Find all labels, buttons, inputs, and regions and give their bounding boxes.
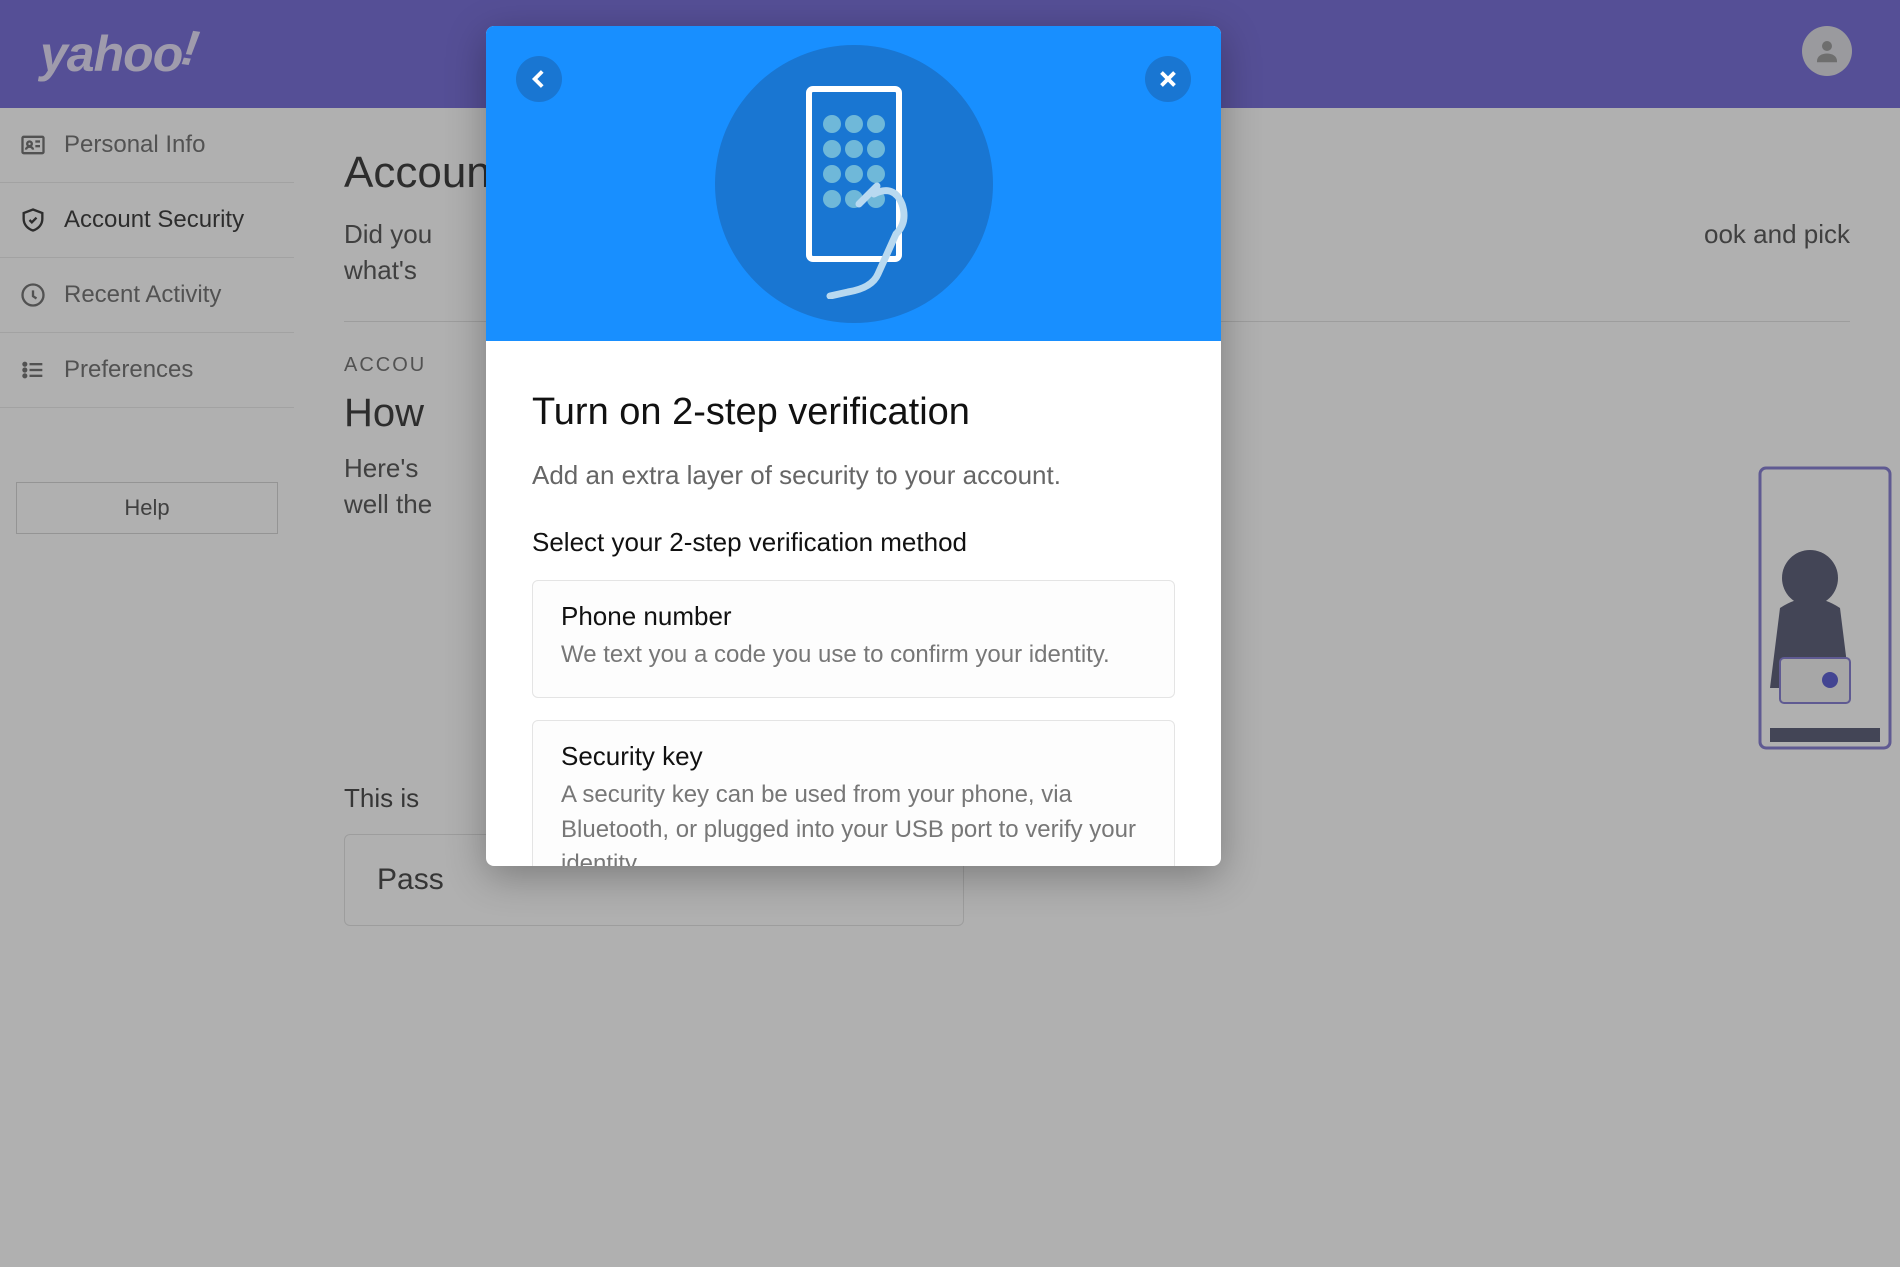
option-security-key[interactable]: Security key A security key can be used …	[532, 720, 1175, 866]
modal-title: Turn on 2-step verification	[532, 391, 1175, 434]
modal-description: Add an extra layer of security to your a…	[532, 460, 1175, 491]
option-desc: We text you a code you use to confirm yo…	[561, 638, 1146, 673]
phone-keypad-icon	[754, 69, 954, 299]
chevron-left-icon	[526, 66, 552, 92]
option-title: Phone number	[561, 601, 1146, 632]
modal-select-label: Select your 2-step verification method	[532, 527, 1175, 558]
modal-header	[486, 26, 1221, 341]
option-title: Security key	[561, 741, 1146, 772]
hero-illustration	[715, 45, 993, 323]
back-button[interactable]	[516, 56, 562, 102]
two-step-modal: Turn on 2-step verification Add an extra…	[486, 26, 1221, 866]
option-phone-number[interactable]: Phone number We text you a code you use …	[532, 580, 1175, 698]
option-desc: A security key can be used from your pho…	[561, 778, 1146, 866]
close-icon	[1155, 66, 1181, 92]
close-button[interactable]	[1145, 56, 1191, 102]
